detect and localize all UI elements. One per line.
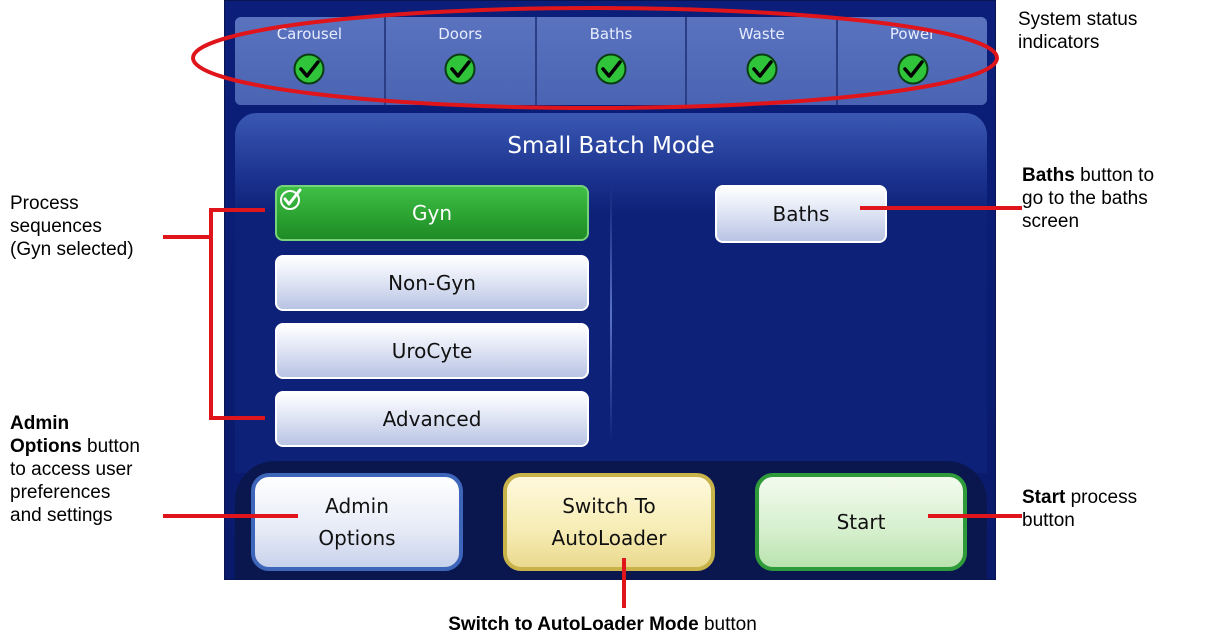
sequence-button-non-gyn[interactable]: Non-Gyn: [275, 255, 589, 311]
callout-bracket: [209, 208, 213, 420]
annotation-text: button: [1022, 510, 1075, 531]
sequence-button-gyn[interactable]: Gyn: [275, 185, 589, 241]
sequence-button-urocyte[interactable]: UroCyte: [275, 323, 589, 379]
annotation-admin: Admin Options button to access user pref…: [10, 412, 140, 527]
mode-title: Small Batch Mode: [507, 133, 715, 159]
callout-line: [163, 514, 298, 518]
annotation-text: process: [1065, 487, 1138, 508]
annotation-bold: Admin: [10, 413, 70, 434]
annotation-text: screen: [1022, 211, 1080, 232]
sequence-button-advanced[interactable]: Advanced: [275, 391, 589, 447]
status-highlight-oval: [191, 6, 999, 110]
baths-button[interactable]: Baths: [715, 185, 887, 243]
annotation-text: preferences: [10, 482, 111, 503]
baths-button-label: Baths: [772, 202, 830, 226]
annotation-text: button: [698, 614, 757, 635]
annotation-text: go to the baths: [1022, 188, 1148, 209]
annotation-bold: Switch to AutoLoader Mode: [448, 614, 699, 635]
annotation-system-status: System status indicators: [1018, 8, 1137, 54]
mode-panel: Small Batch Mode Gyn Non-Gyn UroCyte Adv…: [235, 113, 987, 473]
start-button[interactable]: Start: [755, 473, 967, 571]
annotation-text: to access user: [10, 459, 133, 480]
admin-label-line2: Options: [318, 526, 396, 550]
annotation-baths: Baths button to go to the baths screen: [1022, 164, 1154, 233]
sequence-label: Non-Gyn: [388, 271, 476, 295]
switch-label-line2: AutoLoader: [551, 526, 667, 550]
annotation-text: button to: [1074, 165, 1155, 186]
annotation-text: Process: [10, 193, 79, 214]
callout-line: [163, 235, 213, 239]
admin-options-button[interactable]: Admin Options: [251, 473, 463, 571]
start-label: Start: [836, 510, 886, 534]
switch-to-autoloader-button[interactable]: Switch To AutoLoader: [503, 473, 715, 571]
annotation-text: sequences: [10, 216, 102, 237]
annotation-text: indicators: [1018, 32, 1100, 53]
annotation-text: System status: [1018, 9, 1138, 30]
annotation-bold: Options: [10, 436, 82, 457]
annotation-bold: Start: [1022, 487, 1066, 508]
annotation-text: button: [81, 436, 140, 457]
selected-check-icon: [280, 188, 302, 210]
annotation-bold: Baths: [1022, 165, 1075, 186]
panel-divider: [610, 185, 612, 443]
sequence-label: Gyn: [411, 201, 452, 225]
annotation-switch: Switch to AutoLoader Mode button: [0, 613, 1205, 636]
callout-line: [622, 558, 626, 608]
callout-bracket: [209, 416, 265, 420]
annotation-text: and settings: [10, 505, 113, 526]
callout-line: [860, 206, 1022, 210]
sequence-label: Advanced: [382, 407, 482, 431]
bottom-action-bar: Admin Options Switch To AutoLoader Start: [235, 461, 987, 579]
annotation-process-sequences: Process sequences (Gyn selected): [10, 192, 134, 261]
annotation-start: Start process button: [1022, 486, 1137, 532]
sequence-label: UroCyte: [391, 339, 473, 363]
switch-label-line1: Switch To: [562, 494, 656, 518]
annotation-text: (Gyn selected): [10, 239, 134, 260]
callout-line: [928, 514, 1022, 518]
callout-bracket: [209, 208, 265, 212]
admin-label-line1: Admin: [325, 494, 389, 518]
